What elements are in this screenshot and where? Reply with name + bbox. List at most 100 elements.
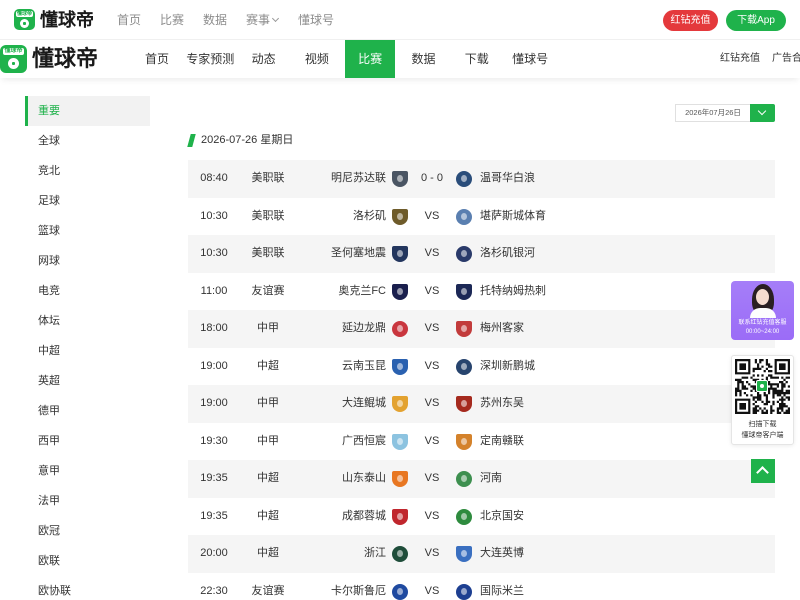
home-team-name[interactable]: 成都蓉城 bbox=[288, 498, 386, 536]
away-team-name[interactable]: 托特纳姆热刺 bbox=[480, 273, 546, 311]
match-row[interactable]: 10:30 美职联 洛杉矶 VS 堪萨斯城体育 bbox=[188, 198, 775, 236]
sidebar-item[interactable]: 欧协联 bbox=[25, 576, 150, 600]
away-team-name[interactable]: 河南 bbox=[480, 460, 502, 498]
home-team-name[interactable]: 明尼苏达联 bbox=[288, 160, 386, 198]
sidebar-item[interactable]: 网球 bbox=[25, 246, 150, 276]
nav-tab-dongqiuhao[interactable]: 懂球号 bbox=[505, 40, 555, 78]
recharge-link[interactable]: 红钻充值 bbox=[720, 40, 760, 78]
match-row[interactable]: 19:35 中超 山东泰山 VS 河南 bbox=[188, 460, 775, 498]
home-team-name[interactable]: 圣何塞地震 bbox=[288, 235, 386, 273]
away-team-crest-icon[interactable] bbox=[456, 583, 472, 600]
home-team-name[interactable]: 大连鲲城 bbox=[288, 385, 386, 423]
match-row[interactable]: 19:00 中甲 大连鲲城 VS 苏州东吴 bbox=[188, 385, 775, 423]
top-nav-home[interactable]: 首页 bbox=[117, 12, 141, 28]
home-team-crest-icon[interactable] bbox=[392, 171, 408, 187]
sidebar-item[interactable]: 中超 bbox=[25, 336, 150, 366]
top-nav-matches[interactable]: 比赛 bbox=[160, 12, 184, 28]
nav-tab-home[interactable]: 首页 bbox=[132, 40, 182, 78]
sidebar-item[interactable]: 竞北 bbox=[25, 156, 150, 186]
away-team-name[interactable]: 国际米兰 bbox=[480, 573, 524, 600]
sidebar-item[interactable]: 电竞 bbox=[25, 276, 150, 306]
chevron-down-icon[interactable] bbox=[271, 14, 280, 23]
recharge-button[interactable]: 红钻充值 bbox=[663, 10, 718, 31]
home-team-name[interactable]: 洛杉矶 bbox=[288, 198, 386, 236]
customer-service-card[interactable]: 联系红钻充值客服 00:00~24:00 bbox=[731, 281, 794, 340]
home-team-crest-icon[interactable] bbox=[392, 208, 408, 225]
sidebar-item[interactable]: 全球 bbox=[25, 126, 150, 156]
home-team-name[interactable]: 广西恒宸 bbox=[288, 423, 386, 461]
home-team-name[interactable]: 山东泰山 bbox=[288, 460, 386, 498]
away-team-name[interactable]: 洛杉矶银河 bbox=[480, 235, 535, 273]
nav-tab-expert-prediction[interactable]: 专家预测 bbox=[185, 40, 235, 78]
match-row[interactable]: 19:00 中超 云南玉昆 VS 深圳新鹏城 bbox=[188, 348, 775, 386]
match-row[interactable]: 11:00 友谊赛 奥克兰FC VS 托特纳姆热刺 bbox=[188, 273, 775, 311]
away-team-name[interactable]: 温哥华白浪 bbox=[480, 160, 535, 198]
away-team-name[interactable]: 梅州客家 bbox=[480, 310, 524, 348]
sidebar-item[interactable]: 重要 bbox=[25, 96, 150, 126]
away-team-crest-icon[interactable] bbox=[456, 321, 472, 337]
away-team-name[interactable]: 定南赣联 bbox=[480, 423, 524, 461]
back-to-top-button[interactable] bbox=[751, 459, 775, 483]
sidebar-item[interactable]: 德甲 bbox=[25, 396, 150, 426]
away-team-crest-icon[interactable] bbox=[456, 508, 472, 525]
home-team-crest-icon[interactable] bbox=[392, 246, 408, 262]
ad-cooperation-link[interactable]: 广告合 bbox=[772, 40, 800, 78]
download-app-button[interactable]: 下载App bbox=[726, 10, 786, 31]
home-team-crest-icon[interactable] bbox=[392, 508, 408, 525]
away-team-name[interactable]: 苏州东吴 bbox=[480, 385, 524, 423]
home-team-crest-icon[interactable] bbox=[392, 396, 408, 412]
dongqiudi-logo-icon[interactable]: 懂球帝 bbox=[0, 45, 27, 73]
brand-name[interactable]: 懂球帝 bbox=[40, 9, 94, 31]
top-nav-events[interactable]: 赛事 bbox=[246, 12, 270, 28]
home-team-crest-icon[interactable] bbox=[392, 321, 408, 337]
away-team-crest-icon[interactable] bbox=[456, 246, 472, 262]
home-team-name[interactable]: 奥克兰FC bbox=[288, 273, 386, 311]
away-team-crest-icon[interactable] bbox=[456, 396, 472, 412]
home-team-name[interactable]: 浙江 bbox=[288, 535, 386, 573]
nav-tab-download[interactable]: 下载 bbox=[452, 40, 502, 78]
match-row[interactable]: 20:00 中超 浙江 VS 大连英博 bbox=[188, 535, 775, 573]
nav-tab-matches[interactable]: 比赛 bbox=[345, 40, 396, 78]
nav-tab-feed[interactable]: 动态 bbox=[239, 40, 289, 78]
top-nav-data[interactable]: 数据 bbox=[203, 12, 227, 28]
date-picker-input[interactable]: 2026年07月26日 bbox=[675, 104, 751, 122]
home-team-name[interactable]: 卡尔斯鲁厄 bbox=[288, 573, 386, 600]
sidebar-item[interactable]: 西甲 bbox=[25, 426, 150, 456]
away-team-crest-icon[interactable] bbox=[456, 283, 472, 300]
home-team-crest-icon[interactable] bbox=[392, 546, 408, 562]
match-row[interactable]: 22:30 友谊赛 卡尔斯鲁厄 VS 国际米兰 bbox=[188, 573, 775, 600]
home-team-name[interactable]: 延边龙鼎 bbox=[288, 310, 386, 348]
match-row[interactable]: 18:00 中甲 延边龙鼎 VS 梅州客家 bbox=[188, 310, 775, 348]
away-team-crest-icon[interactable] bbox=[456, 358, 472, 375]
sidebar-item[interactable]: 英超 bbox=[25, 366, 150, 396]
home-team-crest-icon[interactable] bbox=[392, 471, 408, 487]
home-team-crest-icon[interactable] bbox=[392, 583, 408, 600]
sidebar-item[interactable]: 体坛 bbox=[25, 306, 150, 336]
sidebar-item[interactable]: 欧联 bbox=[25, 546, 150, 576]
home-team-name[interactable]: 云南玉昆 bbox=[288, 348, 386, 386]
away-team-name[interactable]: 堪萨斯城体育 bbox=[480, 198, 546, 236]
app-download-qr-card[interactable]: 扫描下载 懂球帝客户端 bbox=[731, 355, 794, 445]
away-team-name[interactable]: 深圳新鹏城 bbox=[480, 348, 535, 386]
home-team-crest-icon[interactable] bbox=[392, 283, 408, 300]
home-team-crest-icon[interactable] bbox=[392, 433, 408, 450]
sidebar-item[interactable]: 意甲 bbox=[25, 456, 150, 486]
match-row[interactable]: 08:40 美职联 明尼苏达联 0 - 0 温哥华白浪 bbox=[188, 160, 775, 198]
away-team-name[interactable]: 大连英博 bbox=[480, 535, 524, 573]
sidebar-item[interactable]: 欧冠 bbox=[25, 516, 150, 546]
away-team-crest-icon[interactable] bbox=[456, 171, 472, 187]
date-picker-button[interactable] bbox=[750, 104, 775, 122]
match-row[interactable]: 19:35 中超 成都蓉城 VS 北京国安 bbox=[188, 498, 775, 536]
away-team-crest-icon[interactable] bbox=[456, 471, 472, 487]
brand-name[interactable]: 懂球帝 bbox=[32, 46, 98, 72]
away-team-name[interactable]: 北京国安 bbox=[480, 498, 524, 536]
away-team-crest-icon[interactable] bbox=[456, 546, 472, 562]
nav-tab-video[interactable]: 视频 bbox=[292, 40, 342, 78]
match-row[interactable]: 10:30 美职联 圣何塞地震 VS 洛杉矶银河 bbox=[188, 235, 775, 273]
sidebar-item[interactable]: 法甲 bbox=[25, 486, 150, 516]
sidebar-item[interactable]: 足球 bbox=[25, 186, 150, 216]
away-team-crest-icon[interactable] bbox=[456, 208, 472, 225]
home-team-crest-icon[interactable] bbox=[392, 358, 408, 375]
away-team-crest-icon[interactable] bbox=[456, 433, 472, 450]
dongqiudi-logo-icon[interactable]: 懂球帝 bbox=[14, 9, 35, 30]
